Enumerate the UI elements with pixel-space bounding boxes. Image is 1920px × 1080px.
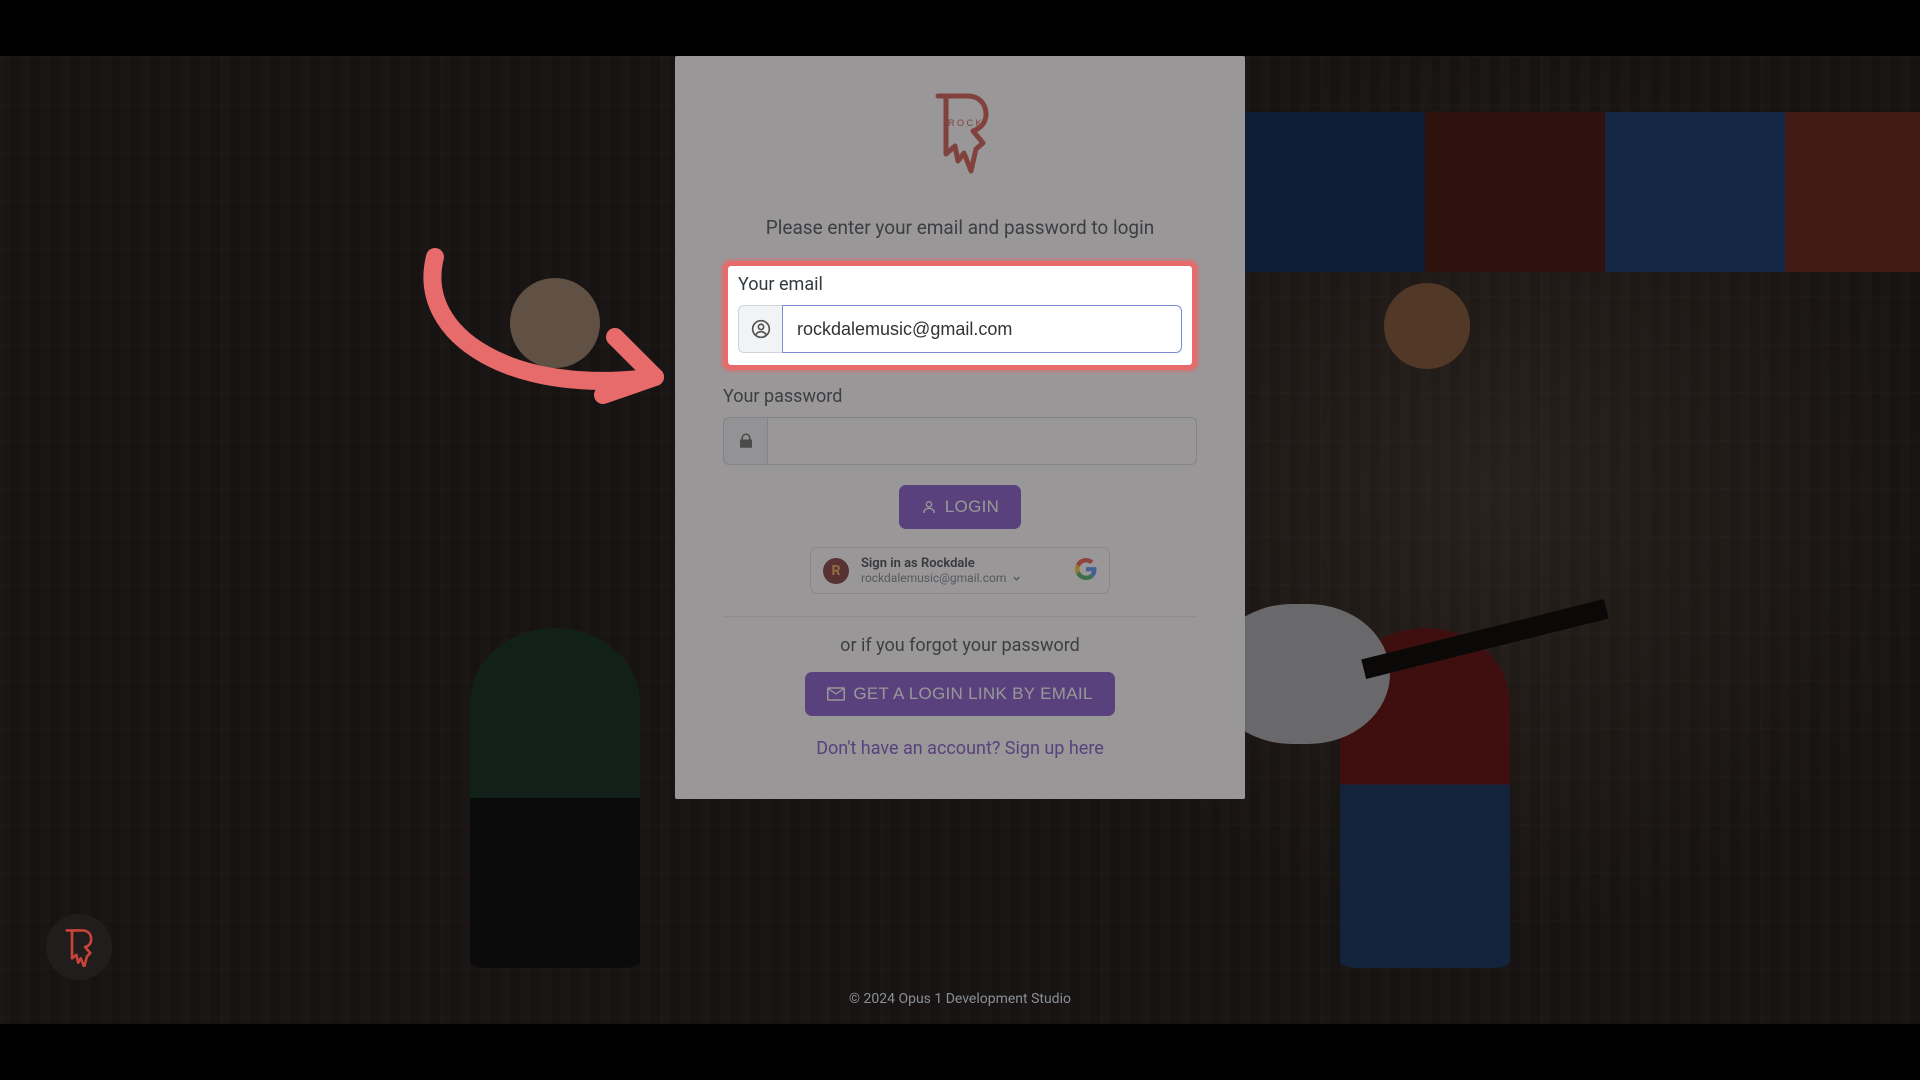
letterbox-bottom: [0, 1024, 1920, 1080]
chevron-down-icon: [1011, 573, 1022, 584]
footer-copyright: © 2024 Opus 1 Development Studio: [849, 991, 1071, 1007]
login-card: R O C K Please enter your email and pass…: [675, 56, 1245, 799]
letterbox-top: [0, 0, 1920, 56]
email-input[interactable]: [782, 305, 1182, 353]
email-field-highlight: Your email: [723, 261, 1197, 370]
divider: [723, 616, 1197, 617]
login-button-label: LOGIN: [945, 497, 999, 517]
password-field-group: Your password: [723, 386, 1197, 465]
password-label: Your password: [723, 386, 1197, 407]
google-g-icon: [1075, 558, 1097, 584]
signup-link[interactable]: Don't have an account? Sign up here: [723, 738, 1197, 759]
google-signin-button[interactable]: R Sign in as Rockdale rockdalemusic@gmai…: [810, 547, 1110, 594]
person-icon: [921, 499, 937, 515]
brand-badge: [46, 914, 112, 980]
login-button[interactable]: LOGIN: [899, 485, 1021, 529]
svg-text:R O C K: R O C K: [948, 118, 982, 128]
mail-icon: [827, 687, 845, 701]
magic-link-label: GET A LOGIN LINK BY EMAIL: [853, 684, 1092, 704]
brand-r-icon: [61, 927, 97, 967]
forgot-password-text: or if you forgot your password: [723, 635, 1197, 656]
password-input[interactable]: [767, 417, 1197, 465]
brand-r-icon: R O C K: [924, 90, 996, 192]
magic-link-button[interactable]: GET A LOGIN LINK BY EMAIL: [805, 672, 1114, 716]
brand-logo: R O C K: [723, 86, 1197, 216]
google-subtitle: rockdalemusic@gmail.com: [861, 571, 1006, 585]
google-texts: Sign in as Rockdale rockdalemusic@gmail.…: [861, 556, 1063, 585]
lock-icon: [723, 417, 767, 465]
user-circle-icon: [738, 305, 782, 353]
google-avatar: R: [823, 558, 849, 584]
login-instruction: Please enter your email and password to …: [723, 216, 1197, 239]
google-title: Sign in as Rockdale: [861, 556, 1063, 571]
email-label: Your email: [738, 274, 1182, 295]
